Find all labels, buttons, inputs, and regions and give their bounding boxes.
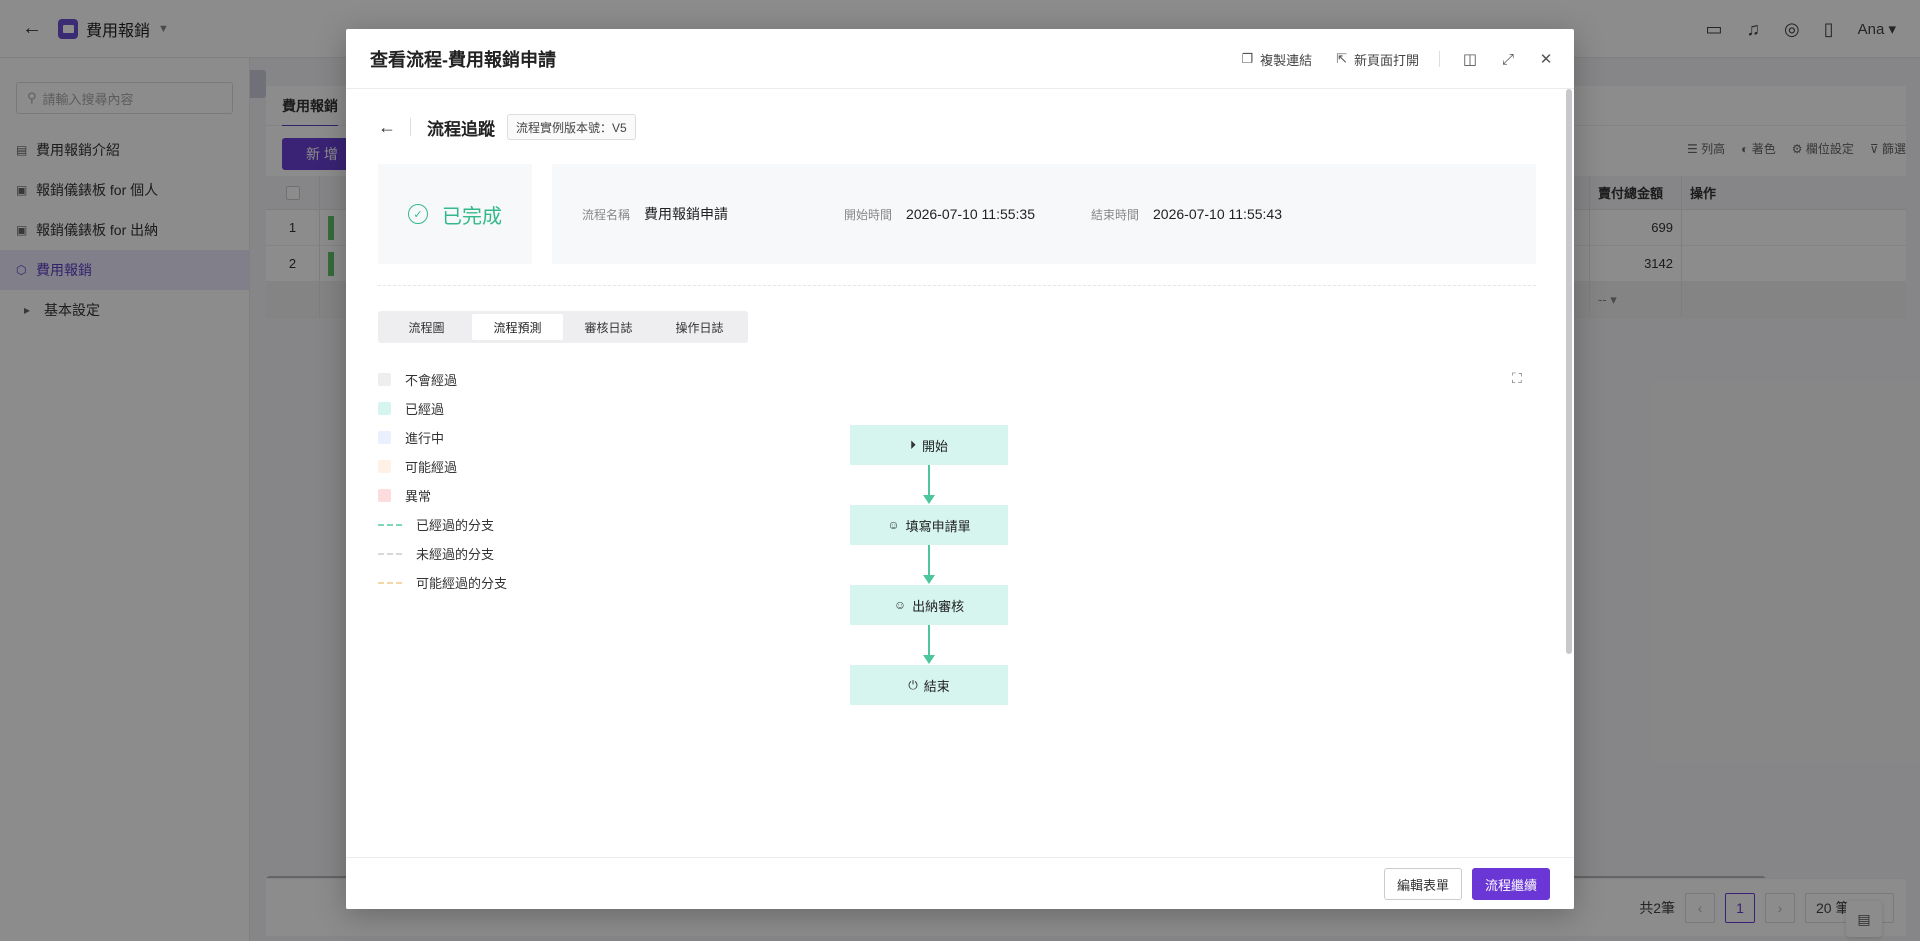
flow-node-cashier-review[interactable]: ☺ 出納審核: [850, 585, 1008, 625]
legend-swatch: [378, 431, 391, 444]
side-panel-icon[interactable]: ◫: [1462, 50, 1478, 68]
legend: 不會經過 已經過 進行中 可能經過 異常 已經過的分支 未經過的分支 可能經過的…: [378, 365, 507, 597]
end-time-label: 結束時間: [1091, 207, 1140, 222]
legend-item: 可能經過的分支: [378, 568, 507, 597]
legend-swatch: [378, 460, 391, 473]
end-time: 結束時間 2026-07-10 11:55:43: [1091, 206, 1282, 223]
modal-header: 查看流程-費用報銷申請 ❐ 複製連結 ⇱ 新頁面打開 ◫ ⤢ ✕: [346, 29, 1574, 89]
divider: [1439, 51, 1440, 67]
legend-item: 未經過的分支: [378, 539, 507, 568]
start-time: 開始時間 2026-07-10 11:55:35: [844, 206, 1035, 223]
flow-edge: [928, 465, 930, 495]
external-link-icon: ⇱: [1336, 51, 1347, 66]
continue-process-button[interactable]: 流程繼續: [1471, 868, 1550, 900]
check-circle-icon: ✓: [408, 204, 428, 224]
play-icon: ⏵: [909, 437, 916, 452]
open-new-page-button[interactable]: ⇱ 新頁面打開: [1336, 50, 1419, 69]
version-tag: 流程實例版本號：V5: [507, 114, 636, 140]
copy-link-button[interactable]: ❐ 複製連結: [1241, 50, 1312, 69]
fullscreen-icon[interactable]: ⤢: [1500, 51, 1516, 68]
start-time-value: 2026-07-10 11:55:35: [906, 206, 1035, 222]
legend-line-swatch: [378, 552, 402, 555]
legend-item: 已經過的分支: [378, 510, 507, 539]
legend-item: 可能經過: [378, 452, 507, 481]
flow-node-end[interactable]: ⏻ 結束: [850, 665, 1008, 705]
modal-body: ← 流程追蹤 流程實例版本號：V5 ✓ 已完成 流程名稱 費用報銷申請 開始時間…: [346, 89, 1562, 849]
end-time-value: 2026-07-10 11:55:43: [1153, 206, 1282, 222]
user-icon: ☺: [887, 518, 900, 532]
modal-actions: ❐ 複製連結 ⇱ 新頁面打開 ◫ ⤢ ✕: [1217, 29, 1554, 89]
tab-flowchart[interactable]: 流程圖: [381, 314, 472, 340]
tab-review-log[interactable]: 審核日誌: [563, 314, 654, 340]
edit-form-button[interactable]: 編輯表單: [1383, 868, 1462, 900]
legend-item: 進行中: [378, 423, 507, 452]
legend-item: 異常: [378, 481, 507, 510]
copy-icon: ❐: [1241, 51, 1254, 66]
tab-operation-log[interactable]: 操作日誌: [654, 314, 745, 340]
process-info-card: 流程名稱 費用報銷申請 開始時間 2026-07-10 11:55:35 結束時…: [552, 164, 1536, 264]
process-name-label: 流程名稱: [582, 207, 631, 222]
back-arrow-icon[interactable]: ←: [378, 117, 396, 138]
legend-swatch: [378, 373, 391, 386]
flow-edge: [928, 625, 930, 655]
legend-line-swatch: [378, 581, 402, 584]
flow-arrow: [923, 495, 935, 504]
flow-edge: [928, 545, 930, 575]
process-name-value: 費用報銷申請: [644, 206, 729, 222]
process-name: 流程名稱 費用報銷申請: [582, 204, 728, 224]
modal-footer: 編輯表單 流程繼續: [346, 857, 1574, 909]
legend-item: 已經過: [378, 394, 507, 423]
legend-item: 不會經過: [378, 365, 507, 394]
status-text: 已完成: [442, 205, 502, 228]
legend-swatch: [378, 402, 391, 415]
divider: [410, 118, 411, 136]
modal-title: 查看流程-費用報銷申請: [370, 50, 556, 70]
modal-scrollbar[interactable]: [1566, 89, 1572, 654]
process-modal: 查看流程-費用報銷申請 ❐ 複製連結 ⇱ 新頁面打開 ◫ ⤢ ✕ ← 流程追蹤 …: [346, 29, 1574, 909]
trace-header: ← 流程追蹤 流程實例版本號：V5: [378, 113, 636, 141]
dashed-divider: [378, 285, 1536, 286]
user-icon: ☺: [893, 598, 907, 612]
trace-title: 流程追蹤: [427, 119, 495, 139]
process-tabs: 流程圖 流程預測 審核日誌 操作日誌: [378, 311, 748, 343]
flow-arrow: [923, 575, 935, 584]
close-icon[interactable]: ✕: [1538, 50, 1554, 68]
expand-diagram-icon[interactable]: ⛶: [1512, 370, 1522, 387]
flow-node-start[interactable]: ⏵ 開始: [850, 425, 1008, 465]
status-card: ✓ 已完成: [378, 164, 532, 264]
tab-flow-prediction[interactable]: 流程預測: [472, 314, 563, 340]
power-icon: ⏻: [908, 677, 918, 692]
flow-arrow: [923, 655, 935, 664]
legend-line-swatch: [378, 523, 402, 526]
legend-swatch: [378, 489, 391, 502]
flow-node-fill-form[interactable]: ☺ 填寫申請單: [850, 505, 1008, 545]
start-time-label: 開始時間: [844, 207, 893, 222]
